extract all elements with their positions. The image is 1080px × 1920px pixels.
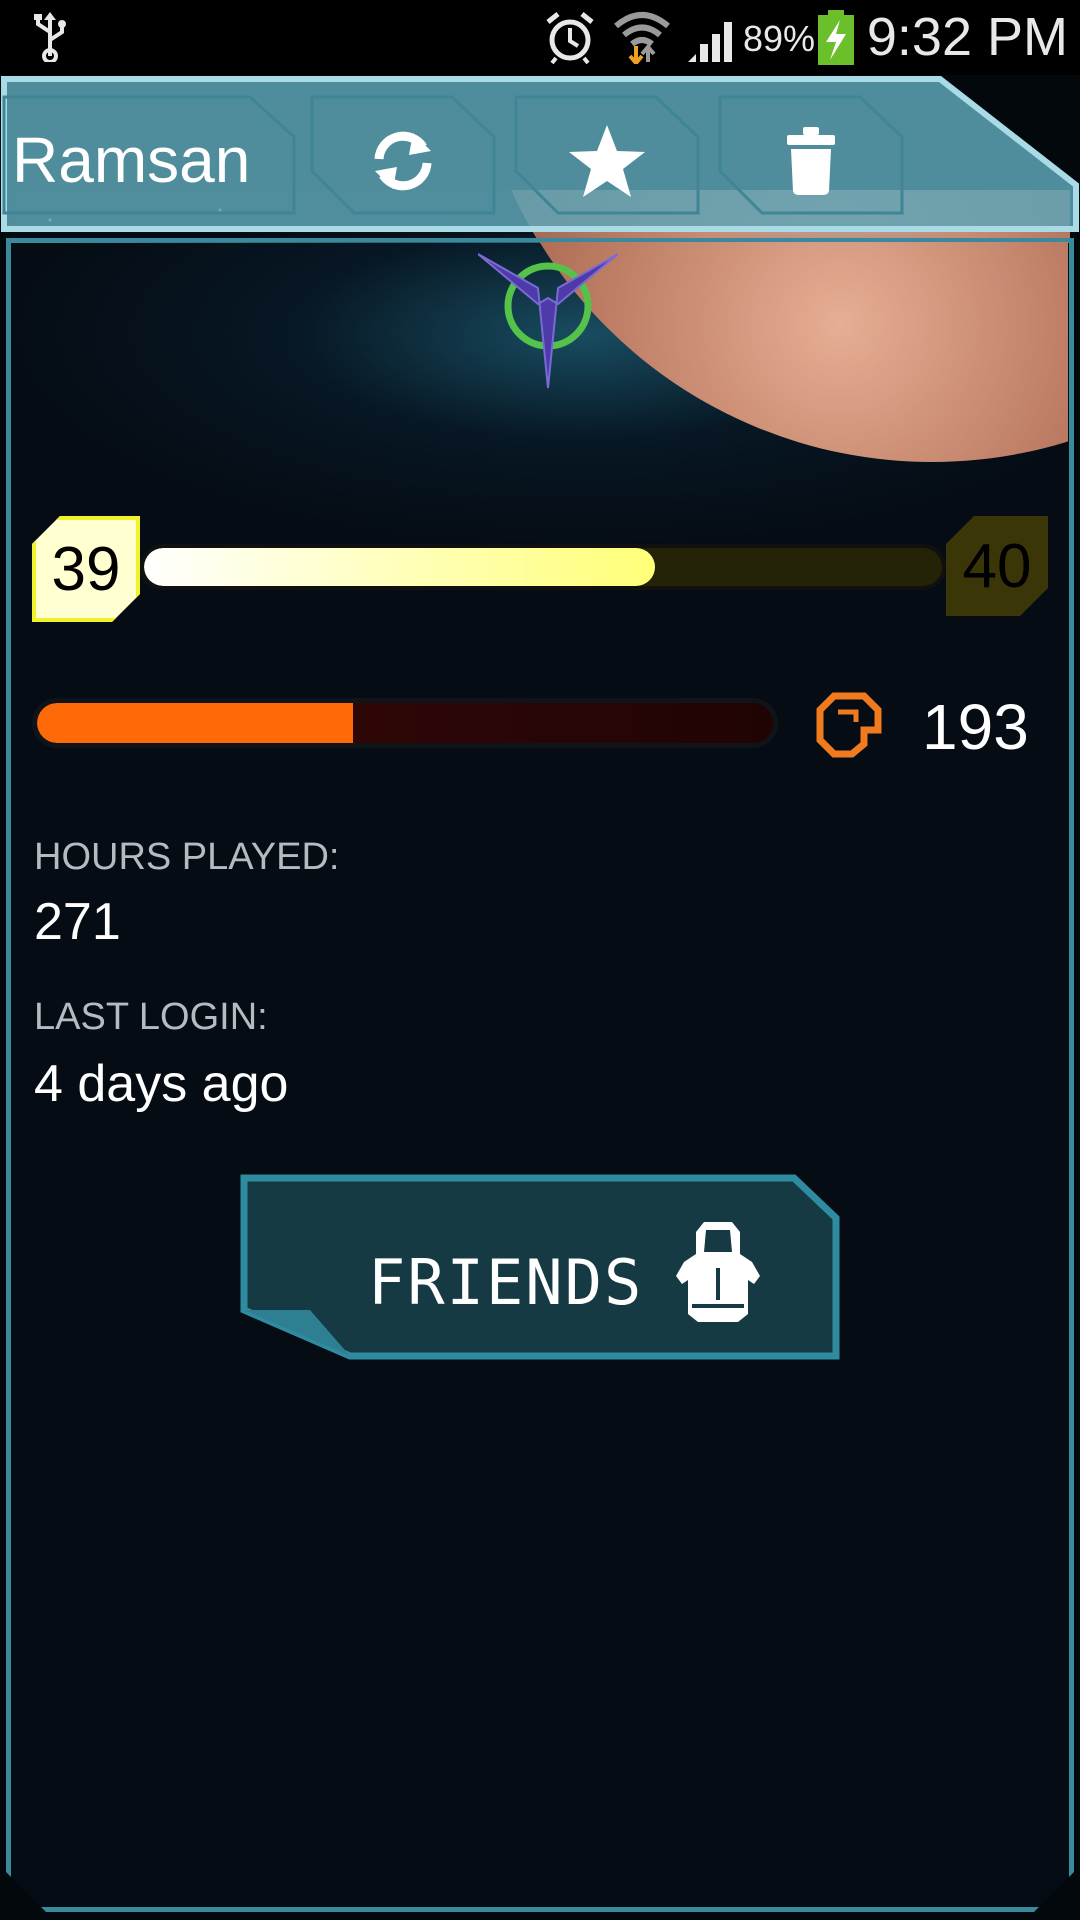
next-level-badge: 40	[946, 516, 1048, 616]
delete-button[interactable]	[721, 103, 901, 219]
secondary-progress-fill	[37, 703, 354, 743]
xp-progress-fill	[144, 548, 655, 586]
current-level-badge: 39	[32, 516, 140, 622]
header-bar: Ramsan	[0, 75, 1080, 233]
xp-progress-bar	[140, 544, 946, 590]
favorite-button[interactable]	[517, 103, 697, 219]
refresh-icon	[374, 131, 432, 191]
player-name: Ramsan	[12, 124, 251, 196]
hours-played-label: HOURS PLAYED:	[34, 836, 340, 878]
battery-percent: 89%	[742, 18, 815, 59]
credits-icon	[816, 692, 882, 758]
secondary-progress-bar	[32, 698, 778, 748]
credits-value: 193	[922, 691, 1029, 763]
alarm-icon	[544, 10, 596, 69]
hours-played-value: 271	[34, 893, 121, 951]
last-login-value: 4 days ago	[34, 1055, 289, 1113]
usb-icon	[30, 12, 70, 67]
status-bar: 89% 9:32 PM	[0, 0, 1080, 75]
friends-button-label: FRIENDS	[368, 1246, 644, 1319]
battery-charging-icon	[816, 10, 856, 71]
signal-icon	[686, 14, 738, 69]
refresh-button[interactable]	[313, 103, 493, 219]
wifi-icon	[612, 8, 672, 69]
clock: 9:32 PM	[866, 7, 1068, 67]
last-login-label: LAST LOGIN:	[34, 996, 268, 1038]
trash-icon	[787, 127, 835, 195]
star-icon	[569, 125, 645, 197]
friends-button[interactable]: FRIENDS	[240, 1174, 840, 1360]
pilot-icon	[676, 1222, 760, 1322]
